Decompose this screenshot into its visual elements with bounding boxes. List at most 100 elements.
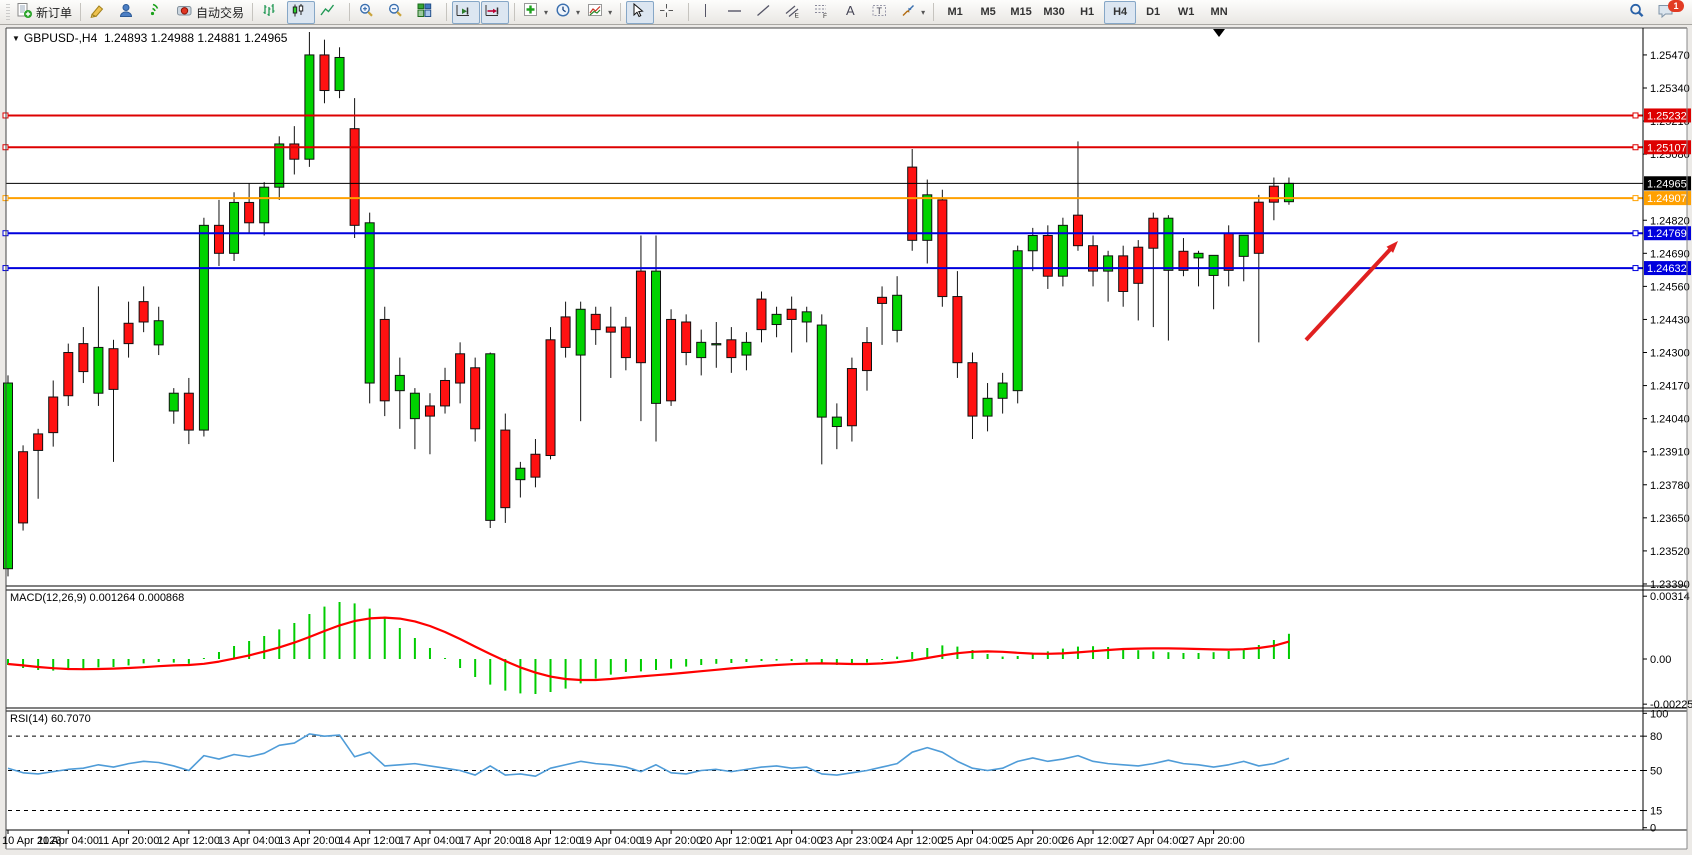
candle[interactable] — [817, 325, 826, 417]
candle[interactable] — [4, 383, 13, 569]
candle[interactable] — [305, 55, 314, 159]
candle[interactable] — [169, 393, 178, 411]
candle[interactable] — [697, 342, 706, 357]
candle[interactable] — [576, 309, 585, 355]
candle[interactable] — [395, 375, 404, 390]
vertical-line-button[interactable] — [694, 1, 722, 24]
arrows-button[interactable]: ▾ — [897, 1, 928, 24]
candle[interactable] — [531, 454, 540, 477]
candle[interactable] — [19, 452, 28, 523]
candle[interactable] — [908, 167, 917, 240]
zoom-in-button[interactable] — [355, 1, 383, 24]
candle[interactable] — [109, 349, 118, 390]
candle[interactable] — [1043, 236, 1052, 277]
candle[interactable] — [1164, 218, 1173, 270]
candle[interactable] — [667, 319, 676, 400]
candle[interactable] — [1028, 236, 1037, 251]
signals-button[interactable] — [144, 1, 172, 24]
line-drag-handle[interactable] — [1633, 196, 1638, 201]
candle[interactable] — [953, 297, 962, 363]
timeframe-button-w1[interactable]: W1 — [1170, 1, 1202, 24]
timeframe-button-h4[interactable]: H4 — [1104, 1, 1136, 24]
candle[interactable] — [1134, 247, 1143, 283]
line-drag-handle[interactable] — [1633, 231, 1638, 236]
candle[interactable] — [486, 354, 495, 521]
bar-chart-button[interactable] — [258, 1, 286, 24]
candle[interactable] — [757, 299, 766, 330]
candle[interactable] — [621, 327, 630, 358]
candle[interactable] — [682, 322, 691, 353]
profile-button[interactable] — [115, 1, 143, 24]
candle[interactable] — [425, 406, 434, 416]
candle[interactable] — [516, 468, 525, 479]
candle[interactable] — [64, 353, 73, 396]
candle[interactable] — [1269, 186, 1278, 202]
candle[interactable] — [335, 57, 344, 90]
periods-button[interactable]: ▾ — [552, 1, 583, 24]
search-button[interactable] — [1625, 1, 1653, 24]
candle[interactable] — [154, 321, 163, 345]
chart-title[interactable]: ▼GBPUSD-,H4 1.24893 1.24988 1.24881 1.24… — [12, 31, 287, 45]
candle[interactable] — [1224, 233, 1233, 270]
candle[interactable] — [1119, 256, 1128, 292]
tile-windows-button[interactable] — [413, 1, 441, 24]
candle[interactable] — [893, 295, 902, 330]
candle[interactable] — [772, 314, 781, 324]
candle[interactable] — [380, 319, 389, 400]
candle[interactable] — [606, 327, 615, 332]
candle[interactable] — [410, 393, 419, 418]
horizontal-line-button[interactable] — [723, 1, 751, 24]
candle[interactable] — [832, 417, 841, 426]
text-button[interactable]: A — [839, 1, 867, 24]
line-drag-handle[interactable] — [1633, 145, 1638, 150]
candle[interactable] — [214, 225, 223, 253]
line-chart-button[interactable] — [316, 1, 344, 24]
timeframe-button-d1[interactable]: D1 — [1137, 1, 1169, 24]
candle[interactable] — [260, 187, 269, 223]
line-drag-handle[interactable] — [1633, 113, 1638, 118]
candle[interactable] — [968, 363, 977, 416]
candle[interactable] — [290, 144, 299, 159]
candle[interactable] — [847, 369, 856, 426]
candle[interactable] — [636, 271, 645, 363]
candle[interactable] — [998, 383, 1007, 398]
candle[interactable] — [742, 342, 751, 355]
crosshair-button[interactable] — [655, 1, 683, 24]
candle[interactable] — [652, 271, 661, 403]
timeframe-button-m1[interactable]: M1 — [939, 1, 971, 24]
equidistant-channel-button[interactable]: E — [781, 1, 809, 24]
auto-scroll-button[interactable] — [452, 1, 480, 24]
candle[interactable] — [124, 323, 133, 343]
text-label-button[interactable]: T — [868, 1, 896, 24]
candle[interactable] — [727, 340, 736, 358]
chart-canvas[interactable]: 1.254701.253401.252101.250801.248201.246… — [0, 0, 1692, 855]
candle[interactable] — [199, 225, 208, 430]
new-order-button[interactable]: 新订单 — [13, 1, 75, 24]
candle[interactable] — [983, 398, 992, 416]
candle[interactable] — [94, 347, 103, 393]
candle[interactable] — [591, 314, 600, 329]
candle[interactable] — [787, 309, 796, 319]
fibonacci-button[interactable]: F — [810, 1, 838, 24]
candle[interactable] — [878, 297, 887, 303]
timeframe-button-h1[interactable]: H1 — [1071, 1, 1103, 24]
candle[interactable] — [49, 397, 58, 433]
candle[interactable] — [802, 312, 811, 322]
timeframe-button-m30[interactable]: M30 — [1038, 1, 1070, 24]
candle[interactable] — [1013, 251, 1022, 391]
candle[interactable] — [320, 55, 329, 91]
candle[interactable] — [561, 317, 570, 348]
candle[interactable] — [1194, 253, 1203, 258]
zoom-out-button[interactable] — [384, 1, 412, 24]
styler-button[interactable] — [86, 1, 114, 24]
line-drag-handle[interactable] — [1633, 266, 1638, 271]
candle[interactable] — [350, 129, 359, 226]
candle[interactable] — [471, 368, 480, 429]
candle[interactable] — [1073, 215, 1082, 246]
chart-shift-button[interactable] — [481, 1, 509, 24]
templates-button[interactable]: ▾ — [584, 1, 615, 24]
candle[interactable] — [456, 354, 465, 383]
candle[interactable] — [862, 343, 871, 371]
cursor-button[interactable] — [626, 1, 654, 24]
candle[interactable] — [1254, 202, 1263, 253]
